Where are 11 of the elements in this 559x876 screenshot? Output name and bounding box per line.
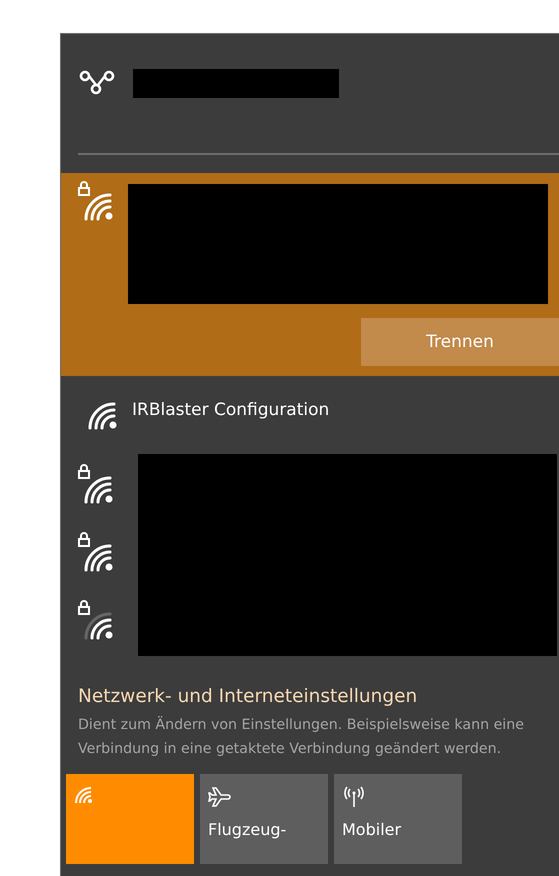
settings-description: Dient zum Ändern von Einstellungen. Beispielsweise kann eine Verbindung in eine getaktete Verbindung geändert werden. [78,715,525,759]
antenna-icon [342,786,366,808]
wifi-tile[interactable] [66,774,194,864]
mobile-tile[interactable]: Mobiler [334,774,462,864]
wifi-icon [74,786,94,804]
airplane-tile[interactable]: Flugzeug- [200,774,328,864]
network-name: IRBlaster Configuration [132,399,330,422]
settings-link[interactable]: Netzwerk- und Interneteinstellungen [78,686,559,707]
knot-icon [79,70,115,96]
network-item[interactable]: IRBlaster Configuration [61,376,559,440]
airplane-icon [208,786,232,808]
